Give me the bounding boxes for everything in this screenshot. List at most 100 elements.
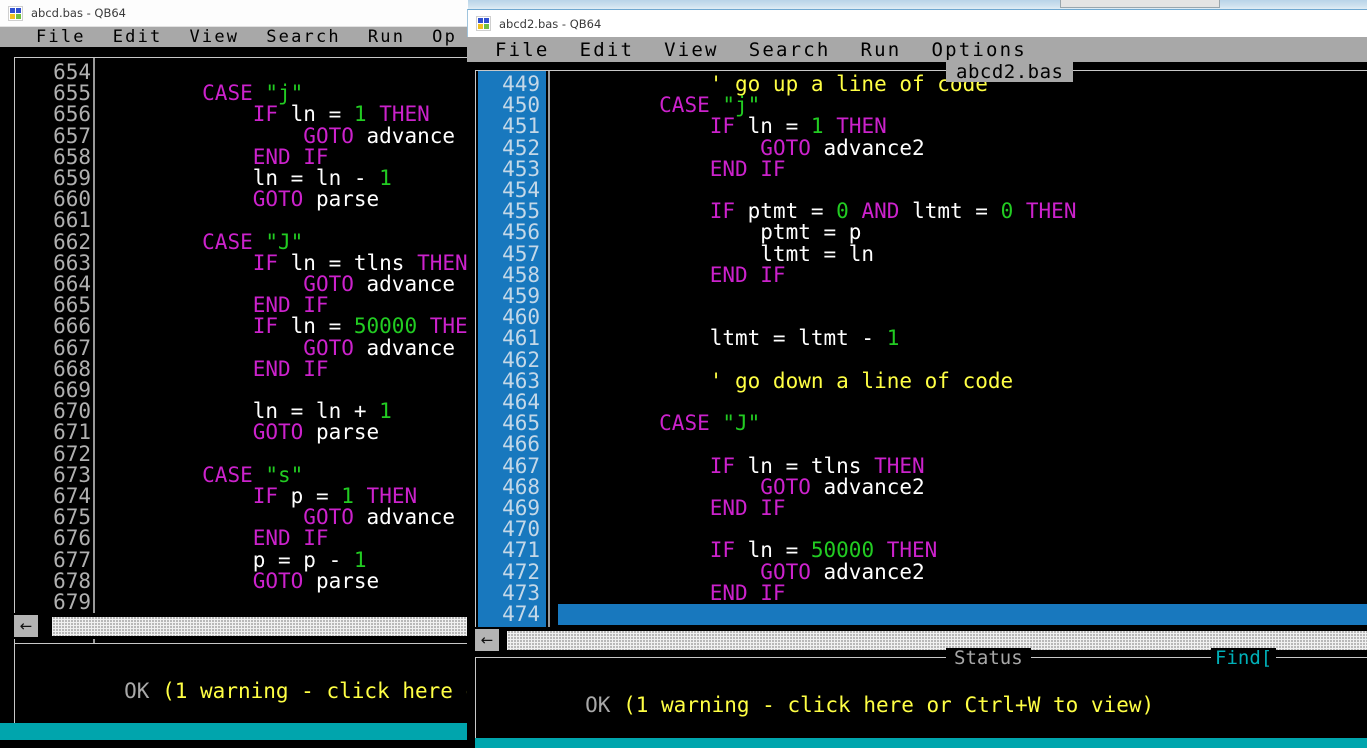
code-line[interactable]: ptmt = p (558, 222, 1367, 243)
code-token: advance2 (810, 559, 925, 584)
code-line[interactable]: ltmt = ltmt - 1 (558, 328, 1367, 349)
window2-gutter-separator (548, 71, 550, 631)
window1-menu-edit[interactable]: Edit (113, 27, 163, 47)
code-line[interactable]: END IF (101, 295, 481, 316)
window2-warning-text[interactable]: (1 warning - click here or Ctrl+W to vie… (623, 693, 1154, 717)
code-line[interactable] (558, 180, 1367, 201)
code-line[interactable]: IF ln = 1 THEN (101, 104, 481, 125)
code-token: GOTO (252, 568, 304, 593)
code-line[interactable]: IF ln = 50000 THEN (558, 540, 1367, 561)
window2-menu-edit[interactable]: Edit (580, 39, 635, 61)
code-line[interactable]: END IF (558, 157, 1367, 181)
line-number: 470 (502, 517, 540, 542)
code-line[interactable]: END IF (101, 358, 481, 380)
code-line[interactable]: IF p = 1 THEN (101, 485, 481, 507)
qb64-window-abcd[interactable]: abcd.bas - QB64 File Edit View Search Run Op … (0, 0, 567, 740)
code-line[interactable]: IF ln = tlns THEN (101, 252, 481, 274)
code-line[interactable] (558, 434, 1367, 455)
line-number: 457 (502, 241, 540, 266)
code-line[interactable] (558, 350, 1367, 371)
code-line[interactable]: IF ln = 1 THEN (558, 116, 1367, 137)
line-number: 663 (53, 250, 91, 275)
window1-menu-view[interactable]: View (190, 27, 240, 47)
qb64-window-abcd2[interactable]: abcd2.bas - QB64 File Edit View Search Run Op… (467, 9, 1367, 748)
line-number: 463 (502, 368, 540, 393)
code-line[interactable]: ln = ln - 1 (101, 167, 481, 189)
code-line[interactable] (558, 604, 1367, 626)
window1-scroll-left-button[interactable]: ← (14, 615, 38, 637)
code-line[interactable]: ' go down a line of code (558, 370, 1367, 392)
window1-scroll-track[interactable] (52, 617, 482, 636)
window1-titlebar[interactable]: abcd.bas - QB64 (0, 0, 468, 27)
code-line[interactable]: CASE "s" (101, 464, 481, 486)
code-line[interactable]: GOTO parse (101, 422, 481, 443)
window2-menu-file[interactable]: File (495, 39, 550, 61)
window2-status-line[interactable]: OK (1 warning - click here or Ctrl+W to … (484, 672, 1154, 738)
line-number: 670 (53, 399, 91, 424)
code-line[interactable]: GOTO advance (101, 273, 481, 295)
window1-menu-run[interactable]: Run (368, 27, 405, 47)
code-line[interactable]: CASE "j" (101, 83, 481, 104)
code-line[interactable]: CASE "J" (101, 231, 481, 253)
window2-menu-search[interactable]: Search (749, 39, 831, 61)
window1-horizontal-scrollbar[interactable]: ← (14, 613, 484, 639)
code-line[interactable]: GOTO advance2 (558, 137, 1367, 159)
window2-menu-options[interactable]: Options (931, 39, 1026, 61)
code-line[interactable] (101, 62, 481, 83)
code-line[interactable]: p = p - 1 (101, 549, 481, 571)
window2-scroll-left-button[interactable]: ← (475, 629, 499, 651)
line-number: 460 (502, 305, 540, 330)
window1-menu-file[interactable]: File (36, 27, 86, 47)
line-number: 658 (53, 144, 91, 169)
code-token: parse (303, 187, 380, 212)
code-line[interactable]: END IF (558, 497, 1367, 519)
line-number: 473 (502, 580, 540, 605)
qb64-app-icon (476, 16, 491, 31)
code-line[interactable] (558, 286, 1367, 307)
window2-status-panel[interactable]: Status Find[ OK (1 warning - click here … (475, 648, 1367, 743)
window2-titlebar[interactable]: abcd2.bas - QB64 (467, 9, 1367, 37)
window2-find-label[interactable]: Find[ (1211, 648, 1277, 668)
code-line[interactable]: GOTO advance2 (558, 559, 1367, 584)
code-line[interactable]: END IF (558, 264, 1367, 286)
window2-menu-view[interactable]: View (664, 39, 719, 61)
code-line[interactable]: GOTO parse (101, 189, 481, 210)
window2-code-text[interactable]: ' go up a line of code CASE "j" IF ln = … (558, 74, 1367, 626)
code-line[interactable]: GOTO advance (101, 337, 481, 359)
code-line[interactable]: GOTO parse (101, 568, 481, 593)
code-line[interactable] (101, 210, 481, 231)
window2-menubar[interactable]: File Edit View Search Run Options (467, 37, 1367, 62)
code-line[interactable]: ltmt = ln (558, 243, 1367, 265)
code-line[interactable]: ln = ln + 1 (101, 401, 481, 422)
code-line[interactable]: GOTO advance2 (558, 476, 1367, 498)
window1-code-text[interactable]: CASE "j" IF ln = 1 THEN GOTO advance END… (101, 62, 481, 613)
code-line[interactable]: CASE "j" (558, 95, 1367, 116)
code-line[interactable]: CASE "J" (558, 413, 1367, 434)
code-line[interactable]: END IF (101, 528, 481, 549)
window1-teal-accent-bar (0, 723, 468, 740)
code-line[interactable] (101, 380, 481, 401)
line-number: 668 (53, 356, 91, 381)
window2-menu-run[interactable]: Run (861, 39, 902, 61)
line-number: 664 (53, 272, 91, 297)
window1-menubar[interactable]: File Edit View Search Run Op (0, 27, 468, 47)
code-line[interactable] (558, 307, 1367, 328)
code-line[interactable] (101, 592, 481, 613)
window1-menu-search[interactable]: Search (266, 27, 341, 47)
code-line[interactable] (558, 392, 1367, 413)
code-line[interactable]: IF ln = tlns THEN (558, 455, 1367, 477)
code-line[interactable]: IF ptmt = 0 AND ltmt = 0 THEN (558, 201, 1367, 222)
code-line[interactable] (101, 444, 481, 465)
code-line[interactable] (558, 519, 1367, 540)
code-line[interactable]: IF ln = 50000 THEN (101, 316, 481, 337)
line-number: 675 (53, 505, 91, 530)
window1-status-panel[interactable]: OK (1 warning - click here or Ctrl+ (14, 643, 567, 728)
code-line[interactable]: END IF (101, 146, 481, 168)
code-line[interactable]: GOTO advance (101, 125, 481, 147)
code-line[interactable]: GOTO advance (101, 507, 481, 528)
code-line[interactable]: END IF (558, 582, 1367, 604)
line-number: 673 (53, 462, 91, 487)
window1-menu-op[interactable]: Op (432, 27, 457, 47)
